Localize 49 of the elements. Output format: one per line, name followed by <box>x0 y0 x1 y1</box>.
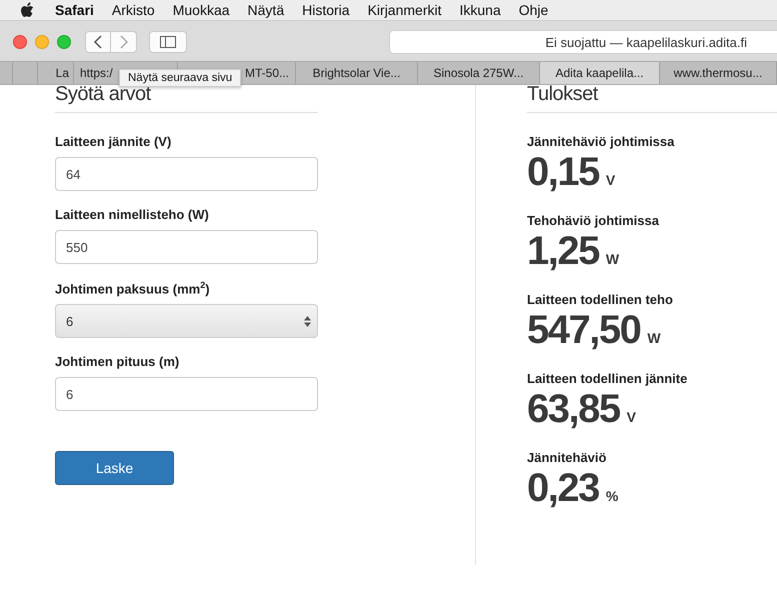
input-field[interactable]: 64 <box>55 157 318 191</box>
result-value: 0,15 <box>527 149 599 196</box>
field-label: Laitteen nimellisteho (W) <box>55 207 209 222</box>
stepper-arrows-icon <box>304 316 311 327</box>
result-unit: W <box>647 330 661 346</box>
close-button[interactable] <box>13 35 27 49</box>
sidebar-icon <box>160 36 176 48</box>
result-value: 1,25 <box>527 228 599 275</box>
browser-tab[interactable]: La <box>38 62 74 84</box>
field-label: Johtimen pituus (m) <box>55 354 180 370</box>
menu-item[interactable]: Muokkaa <box>172 2 230 18</box>
result-value: 547,50 <box>527 307 640 354</box>
result-unit: % <box>606 488 618 504</box>
zoom-button[interactable] <box>57 35 71 49</box>
chevron-right-icon <box>118 35 128 49</box>
chevron-left-icon <box>93 35 103 49</box>
result-label: Tehohäviö johtimissa <box>527 213 660 228</box>
address-field[interactable]: Ei suojattu — kaapelilaskuri.adita.fi <box>389 30 777 54</box>
result-label: Laitteen todellinen jännite <box>527 371 688 386</box>
result-label: Jännitehäviö <box>527 450 608 465</box>
sidebar-button[interactable] <box>149 31 187 53</box>
browser-tab[interactable]: Adita kaapelila... <box>540 62 660 84</box>
menu-item[interactable]: Ohje <box>518 2 548 18</box>
result-value: 0,23 <box>527 465 599 512</box>
menu-item[interactable]: Arkisto <box>112 2 155 18</box>
result-label: Laitteen todellinen teho <box>527 292 674 307</box>
browser-tab[interactable]: Brightsolar Vie... <box>296 62 418 84</box>
menu-item[interactable]: Kirjanmerkit <box>368 2 442 18</box>
field-label: Johtimen paksuus (mm$^{2}$) <box>55 280 210 296</box>
menu-item[interactable]: Ikkuna <box>459 2 501 18</box>
tooltip: Näytä seuraava sivu <box>119 69 242 87</box>
result-unit: V <box>626 409 636 425</box>
result-unit: V <box>606 172 616 188</box>
calculate-button[interactable]: Laske <box>55 451 174 486</box>
menu-item[interactable]: Näytä <box>248 2 284 18</box>
result-value: 63,85 <box>527 386 620 433</box>
section-heading: Tulokset <box>527 83 600 106</box>
input-field[interactable]: 550 <box>55 230 318 264</box>
apple-logo-icon[interactable] <box>20 2 34 18</box>
back-button[interactable] <box>85 31 111 53</box>
result-label: Jännitehäviö johtimissa <box>527 134 676 149</box>
app-menu[interactable]: Safari <box>55 2 94 18</box>
result-unit: W <box>606 251 620 267</box>
menu-item[interactable]: Historia <box>302 2 350 18</box>
browser-tab[interactable]: www.thermosu... <box>660 62 777 84</box>
field-label: Laitteen jännite (V) <box>55 134 172 149</box>
input-field[interactable]: 6 <box>55 377 318 412</box>
select-field[interactable]: 6 <box>55 304 318 338</box>
minimize-button[interactable] <box>35 35 49 49</box>
